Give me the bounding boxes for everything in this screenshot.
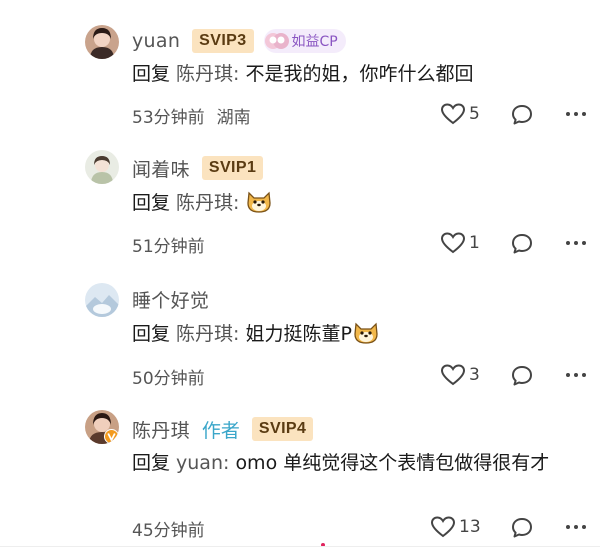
reply-prefix: 回复 <box>132 452 171 474</box>
more-dots-icon[interactable] <box>565 110 587 118</box>
comment-body: omo 单纯觉得这个表情包做得很有才 <box>235 452 550 474</box>
reply-prefix: 回复 <box>132 63 171 85</box>
heart-outline-icon <box>440 232 466 254</box>
like-count: 13 <box>459 517 481 537</box>
avatar[interactable] <box>85 410 119 444</box>
username[interactable]: 陈丹琪 <box>132 416 190 443</box>
reply-target[interactable]: yuan: <box>176 452 229 474</box>
shiba-dog-sticker <box>354 322 378 344</box>
heart-outline-icon <box>440 364 466 386</box>
like-button[interactable]: 1 <box>440 231 480 255</box>
chat-bubble-icon[interactable] <box>510 364 534 388</box>
more-dots-icon[interactable] <box>565 523 587 531</box>
verified-v-icon <box>104 429 119 444</box>
avatar[interactable] <box>85 283 119 317</box>
comment-text: 回复 陈丹琪: <box>132 189 592 218</box>
svip-badge: SVIP1 <box>201 156 264 180</box>
avatar[interactable] <box>85 25 119 59</box>
cp-badge-label: 如益CP <box>291 34 338 50</box>
comment-text: 回复 yuan: omo 单纯觉得这个表情包做得很有才 <box>132 449 592 478</box>
like-count: 1 <box>469 233 480 253</box>
comment-text: 回复 陈丹琪: 不是我的姐，你咋什么都回 <box>132 60 592 89</box>
like-button[interactable]: 3 <box>440 363 480 387</box>
avatar[interactable] <box>85 150 119 184</box>
timestamp: 51分钟前 <box>132 236 205 257</box>
like-count: 5 <box>469 104 480 124</box>
like-count: 3 <box>469 365 480 385</box>
username[interactable]: yuan <box>132 30 180 52</box>
chat-bubble-icon[interactable] <box>510 232 534 256</box>
reply-prefix: 回复 <box>132 192 171 214</box>
reply-target[interactable]: 陈丹琪: <box>176 63 239 85</box>
username[interactable]: 闻着味 <box>132 155 190 182</box>
heart-outline-icon <box>430 516 456 538</box>
comment-list: yuan SVIP3 如益CP 回复 陈丹琪: 不是我的姐，你咋什么都回 53分钟… <box>0 0 600 547</box>
reply-prefix: 回复 <box>132 323 171 345</box>
chat-bubble-icon[interactable] <box>510 103 534 127</box>
like-button[interactable]: 5 <box>440 102 480 126</box>
heart-outline-icon <box>440 103 466 125</box>
svip-badge: SVIP4 <box>251 417 314 441</box>
more-dots-icon[interactable] <box>565 371 587 379</box>
reply-target[interactable]: 陈丹琪: <box>176 192 239 214</box>
svip-badge: SVIP3 <box>192 29 254 53</box>
location: 湖南 <box>216 107 251 128</box>
like-button[interactable]: 13 <box>430 515 481 539</box>
comment-body: 姐力挺陈董P <box>245 323 352 345</box>
cp-avatars-icon <box>264 33 289 49</box>
shiba-dog-sticker <box>247 191 272 213</box>
reply-target[interactable]: 陈丹琪: <box>176 323 239 345</box>
timestamp: 50分钟前 <box>132 368 205 389</box>
username[interactable]: 睡个好觉 <box>132 286 209 313</box>
author-tag: 作者 <box>201 419 240 442</box>
more-dots-icon[interactable] <box>565 239 587 247</box>
cp-badge[interactable]: 如益CP <box>263 29 346 53</box>
timestamp: 53分钟前 <box>132 107 205 128</box>
comment-text: 回复 陈丹琪: 姐力挺陈董P <box>132 320 592 349</box>
comment-body: 不是我的姐，你咋什么都回 <box>245 63 474 85</box>
timestamp: 45分钟前 <box>132 520 205 541</box>
chat-bubble-icon[interactable] <box>510 516 534 540</box>
